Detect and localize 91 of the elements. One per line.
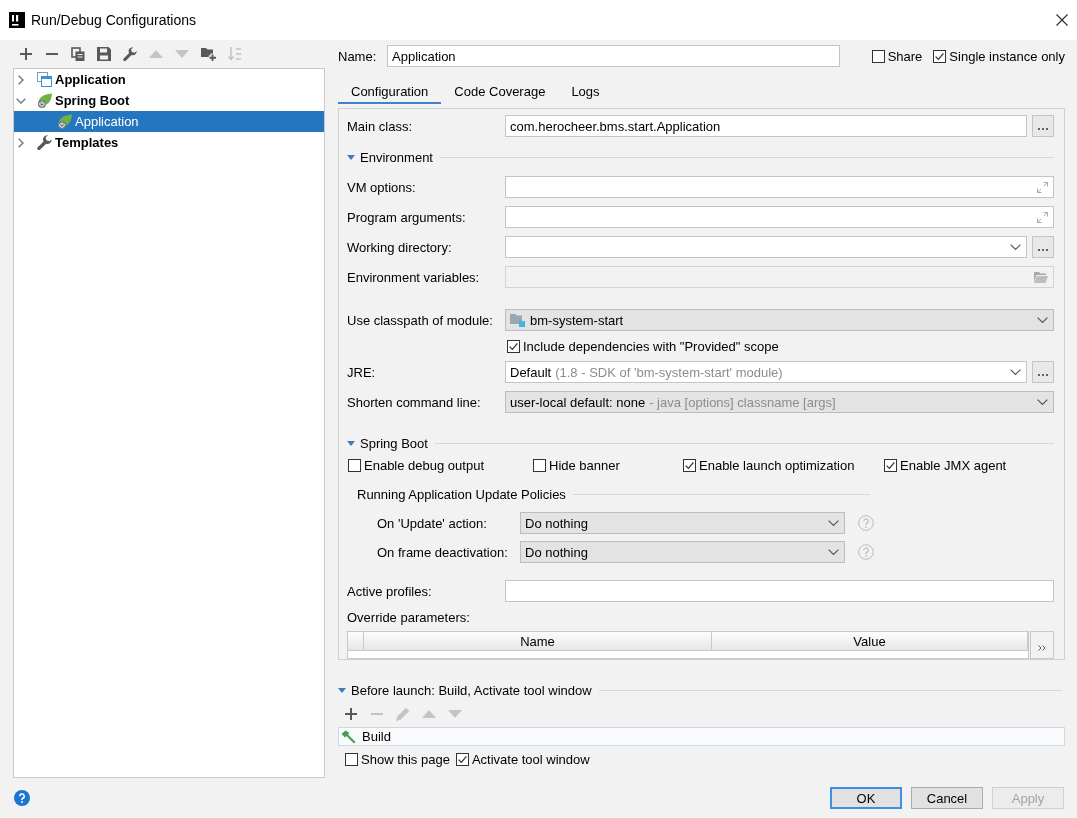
- tree-item[interactable]: Application: [14, 111, 324, 132]
- checkbox[interactable]: Enable launch optimization: [683, 457, 884, 473]
- text-field[interactable]: com.herocheer.bms.start.Application: [505, 115, 1027, 137]
- column-header[interactable]: Name: [364, 632, 712, 650]
- wrench-icon: [37, 135, 52, 150]
- app-logo-icon: [9, 12, 25, 28]
- checkbox-icon[interactable]: [345, 752, 358, 766]
- section-title: Environment: [360, 149, 433, 165]
- dropdown[interactable]: Do nothing: [520, 541, 845, 563]
- browse-button[interactable]: [1032, 236, 1054, 258]
- column-header[interactable]: Value: [712, 632, 1028, 650]
- plus-icon[interactable]: [344, 707, 358, 721]
- tree-item[interactable]: Application: [14, 69, 324, 90]
- chevron-right-icon[interactable]: [18, 74, 24, 85]
- dropdown[interactable]: bm-system-start: [505, 309, 1054, 331]
- double-chevron-icon: [1038, 645, 1046, 651]
- task-item[interactable]: Build: [339, 728, 1064, 745]
- checkbox[interactable]: Include dependencies with "Provided" scope: [507, 338, 779, 354]
- close-icon[interactable]: [1056, 14, 1068, 26]
- group-title: Running Application Update Policies: [357, 486, 566, 502]
- checkbox[interactable]: Activate tool window: [455, 751, 590, 767]
- field-label: Main class:: [347, 118, 414, 134]
- window-title: Run/Debug Configurations: [31, 12, 196, 28]
- browse-button[interactable]: [1032, 361, 1054, 383]
- checkbox[interactable]: Show this page: [345, 751, 450, 767]
- combo-field[interactable]: Default (1.8 - SDK of 'bm-system-start' module): [505, 361, 1027, 383]
- leaf-icon: [37, 93, 52, 108]
- tab[interactable]: Logs: [558, 80, 613, 104]
- field-label: Shorten command line:: [347, 394, 482, 410]
- checkbox-icon[interactable]: [933, 49, 947, 63]
- checkbox[interactable]: Share: [871, 48, 923, 64]
- leaf-icon: [57, 114, 72, 129]
- field-label: Program arguments:: [347, 209, 467, 225]
- combo-field[interactable]: [505, 236, 1027, 258]
- chevron-down-icon[interactable]: [828, 519, 839, 527]
- checkbox[interactable]: Enable JMX agent: [884, 457, 1054, 473]
- checkbox-icon[interactable]: [348, 458, 361, 472]
- chevron-down-icon[interactable]: [16, 97, 26, 104]
- chevron-down-icon[interactable]: [828, 548, 839, 556]
- section-title: Before launch: Build, Activate tool window: [351, 682, 592, 698]
- triangle-down-icon[interactable]: [338, 687, 346, 693]
- text-field[interactable]: [505, 266, 1054, 288]
- field-label: Active profiles:: [347, 583, 433, 599]
- help-icon[interactable]: [14, 790, 30, 806]
- folder-plus-icon[interactable]: [201, 47, 216, 61]
- checkbox-icon[interactable]: [871, 49, 885, 63]
- checkbox-icon[interactable]: [533, 458, 546, 472]
- checkbox-icon[interactable]: [455, 752, 469, 766]
- field-label: Use classpath of module:: [347, 312, 494, 328]
- checkbox-icon[interactable]: [884, 458, 897, 472]
- field-label: VM options:: [347, 179, 417, 195]
- tab[interactable]: Code Coverage: [441, 80, 559, 104]
- module-icon: [510, 313, 525, 327]
- dropdown[interactable]: Do nothing: [520, 512, 845, 534]
- tab[interactable]: Configuration: [338, 80, 442, 104]
- field-label: Working directory:: [347, 239, 453, 255]
- chevron-down-icon[interactable]: [1037, 398, 1048, 406]
- section-title: Spring Boot: [360, 435, 428, 451]
- hammer-icon: [341, 729, 356, 744]
- checkbox[interactable]: Enable debug output: [348, 457, 533, 473]
- text-field[interactable]: [505, 580, 1054, 602]
- chevron-down-icon[interactable]: [1010, 243, 1021, 251]
- save-icon[interactable]: [97, 47, 111, 61]
- field-label: Name:: [338, 48, 378, 64]
- browse-button[interactable]: [1032, 115, 1054, 137]
- field-label: On 'Update' action:: [377, 515, 488, 531]
- checkbox[interactable]: Single instance only: [933, 48, 1065, 64]
- tree-item[interactable]: Templates: [14, 132, 324, 153]
- text-field[interactable]: Application: [387, 45, 840, 67]
- tree-item[interactable]: Spring Boot: [14, 90, 324, 111]
- text-field[interactable]: [505, 206, 1054, 228]
- checkbox[interactable]: Hide banner: [533, 457, 683, 473]
- chevron-down-icon[interactable]: [1037, 316, 1048, 324]
- field-label: Override parameters:: [347, 609, 470, 625]
- checkbox-icon[interactable]: [683, 458, 696, 472]
- wrench-icon[interactable]: [123, 47, 137, 61]
- dropdown[interactable]: user-local default: none - java [options] classname [args]: [505, 391, 1054, 413]
- field-label: JRE:: [347, 364, 377, 380]
- dialog-button[interactable]: Cancel: [911, 787, 983, 809]
- field-label: Environment variables:: [347, 269, 481, 285]
- triangle-down-icon[interactable]: [347, 440, 355, 446]
- triangle-down-icon[interactable]: [347, 154, 355, 160]
- plus-icon[interactable]: [19, 47, 33, 61]
- text-field[interactable]: [505, 176, 1054, 198]
- copy-icon[interactable]: [71, 47, 85, 61]
- field-label: On frame deactivation:: [377, 544, 509, 560]
- window-icon: [37, 72, 52, 87]
- checkbox-icon[interactable]: [507, 339, 520, 353]
- chevron-down-icon[interactable]: [1010, 368, 1021, 376]
- dialog-button[interactable]: OK: [830, 787, 902, 809]
- chevron-right-icon[interactable]: [18, 137, 24, 148]
